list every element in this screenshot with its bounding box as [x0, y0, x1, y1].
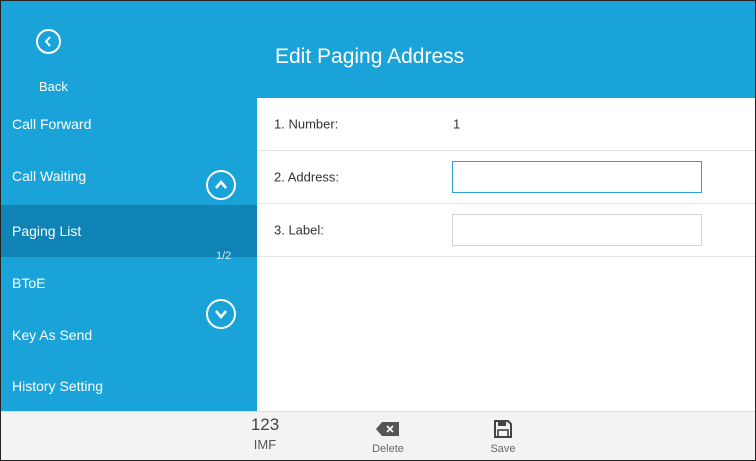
page-title: Edit Paging Address: [275, 45, 465, 68]
imf-mode-text: 123: [250, 415, 280, 434]
page-indicator: 1/2: [216, 250, 232, 262]
edit-form: 1. Number: 1 2. Address: 3. Label:: [257, 98, 755, 411]
form-row-address: 2. Address:: [257, 151, 755, 204]
sidebar-item-call-forward[interactable]: Call Forward: [1, 98, 257, 150]
delete-button[interactable]: Delete: [348, 412, 428, 460]
imf-label: IMF: [253, 437, 277, 452]
header: Back Edit Paging Address: [1, 1, 755, 98]
softkey-bar: 123 IMF Delete Save: [1, 411, 755, 460]
delete-icon: [376, 422, 399, 436]
label-label: 3. Label:: [274, 222, 324, 238]
back-icon: [36, 29, 61, 54]
sidebar-item-history-setting[interactable]: History Setting: [1, 360, 257, 412]
number-value: 1: [453, 116, 461, 132]
scroll-down-button[interactable]: [206, 299, 236, 329]
sidebar-item-label: Paging List: [12, 223, 82, 239]
label-input[interactable]: [452, 214, 702, 246]
address-label: 2. Address:: [274, 169, 340, 185]
back-button[interactable]: Back: [23, 21, 73, 95]
sidebar-item-label: Key As Send: [12, 327, 93, 343]
back-label: Back: [39, 79, 68, 94]
sidebar-item-label: BToE: [12, 275, 46, 291]
phone-screen: Back Edit Paging Address Call Forward Ca…: [0, 0, 756, 461]
imf-button[interactable]: 123 IMF: [225, 412, 305, 460]
form-row-number: 1. Number: 1: [257, 98, 755, 151]
address-input[interactable]: [452, 161, 702, 193]
sidebar-item-label: Call Forward: [12, 116, 92, 132]
save-icon: [494, 420, 512, 438]
scroll-up-icon: [215, 179, 227, 189]
scroll-down-icon: [215, 310, 227, 320]
number-label: 1. Number:: [274, 116, 339, 132]
save-label: Save: [490, 443, 516, 455]
save-button[interactable]: Save: [463, 412, 543, 460]
sidebar-item-label: History Setting: [12, 378, 104, 394]
delete-label: Delete: [372, 443, 404, 455]
scroll-up-button[interactable]: [206, 170, 236, 200]
sidebar: Call Forward Call Waiting Paging List BT…: [1, 98, 257, 411]
form-row-label: 3. Label:: [257, 204, 755, 257]
sidebar-item-label: Call Waiting: [12, 168, 87, 184]
